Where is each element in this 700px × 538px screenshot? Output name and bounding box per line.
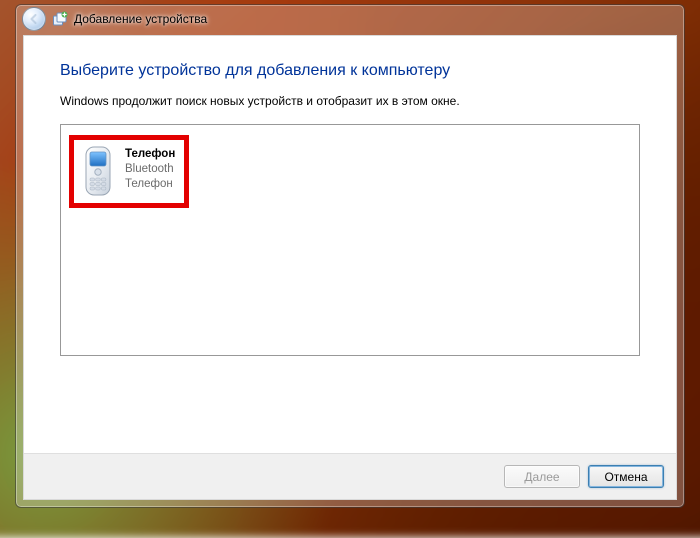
back-button[interactable]	[22, 7, 46, 31]
dialog-footer: Далее Отмена	[24, 453, 676, 499]
device-type: Bluetooth	[125, 162, 175, 177]
device-category: Телефон	[125, 177, 175, 192]
title-bar: Добавление устройства	[16, 5, 684, 33]
device-labels: Телефон Bluetooth Телефон	[125, 146, 175, 192]
content-area: Выберите устройство для добавления к ком…	[24, 36, 676, 453]
window-title: Добавление устройства	[74, 12, 207, 26]
phone-icon	[81, 146, 115, 196]
back-arrow-icon	[28, 13, 40, 25]
page-heading: Выберите устройство для добавления к ком…	[60, 62, 640, 80]
device-list: Телефон Bluetooth Телефон	[60, 124, 640, 356]
device-item-phone[interactable]: Телефон Bluetooth Телефон	[69, 135, 189, 208]
device-name: Телефон	[125, 147, 175, 162]
next-button[interactable]: Далее	[504, 465, 580, 488]
cancel-button[interactable]: Отмена	[588, 465, 664, 488]
client-area: Выберите устройство для добавления к ком…	[23, 35, 677, 500]
devices-icon	[52, 11, 68, 27]
add-device-dialog: Добавление устройства Выберите устройств…	[15, 4, 685, 508]
page-subtext: Windows продолжит поиск новых устройств …	[60, 94, 640, 108]
